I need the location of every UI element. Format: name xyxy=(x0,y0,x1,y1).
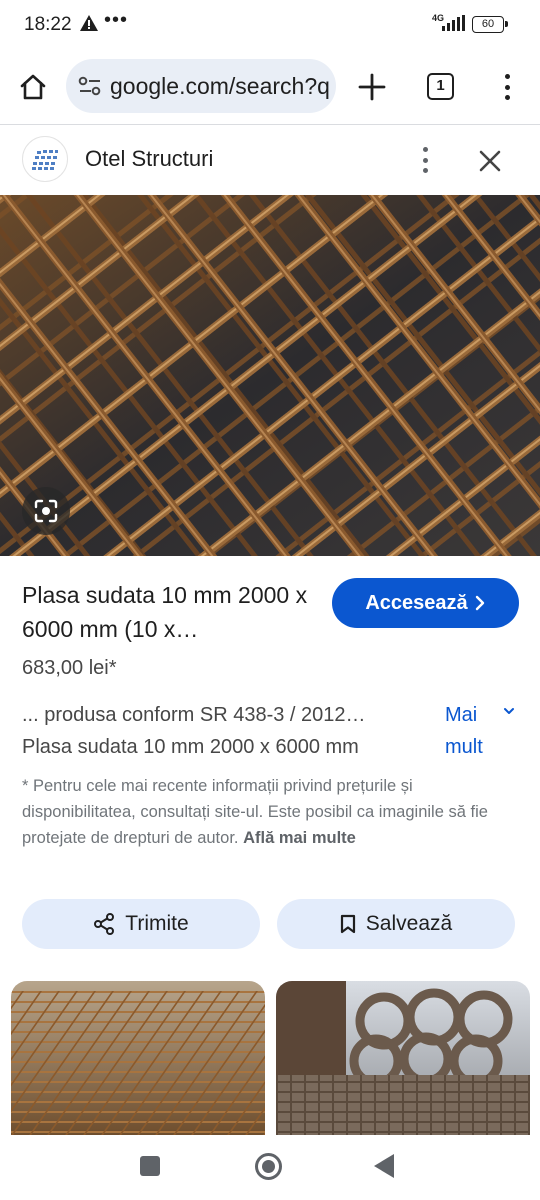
address-bar[interactable]: google.com/search?q xyxy=(66,59,336,113)
related-image-1[interactable] xyxy=(11,981,265,1135)
url-text: google.com/search?q xyxy=(110,73,330,99)
share-icon xyxy=(94,913,115,935)
system-nav-bar xyxy=(0,1135,540,1200)
disclaimer: * Pentru cele mai recente informații pri… xyxy=(22,773,522,851)
status-bar: 18:22 ••• 4G 60 xyxy=(0,0,540,50)
share-label: Trimite xyxy=(125,912,189,935)
plus-icon xyxy=(358,73,386,101)
back-icon[interactable] xyxy=(374,1154,394,1178)
lens-icon xyxy=(34,499,58,523)
visit-button-label: Accesează xyxy=(365,591,468,614)
home-icon xyxy=(20,74,46,100)
browser-toolbar: google.com/search?q 1 xyxy=(0,52,540,122)
status-time: 18:22 xyxy=(24,14,72,35)
product-description: ... produsa conform SR 438-3 / 2012… Pla… xyxy=(22,699,422,763)
battery-icon: 60 xyxy=(472,16,508,33)
close-button[interactable] xyxy=(476,147,504,175)
lens-button[interactable] xyxy=(22,487,70,535)
close-icon xyxy=(479,150,501,172)
chevron-down-icon[interactable] xyxy=(502,706,516,716)
bookmark-icon xyxy=(340,914,355,934)
save-label: Salvează xyxy=(365,912,453,935)
home-button[interactable] xyxy=(14,68,52,106)
warning-icon xyxy=(80,15,98,36)
signal-icon xyxy=(442,15,466,36)
system-home-icon[interactable] xyxy=(255,1153,282,1180)
related-image-2[interactable] xyxy=(276,981,530,1135)
new-tab-button[interactable] xyxy=(354,69,390,105)
product-title[interactable]: Plasa sudata 10 mm 2000 x 6000 mm (10 x… xyxy=(22,578,322,646)
product-price: 683,00 lei* xyxy=(22,657,117,679)
more-vert-icon[interactable] xyxy=(496,69,518,105)
site-name[interactable]: Otel Structuri xyxy=(85,146,213,172)
tune-icon[interactable] xyxy=(78,75,102,97)
description-line-2: Plasa sudata 10 mm 2000 x 6000 mm xyxy=(22,736,359,758)
description-line-1: ... produsa conform SR 438-3 / 2012… xyxy=(22,704,366,726)
visit-button[interactable]: Accesează xyxy=(332,578,519,628)
panel-more-icon[interactable] xyxy=(414,145,436,175)
site-logo xyxy=(22,136,68,182)
share-button[interactable]: Trimite xyxy=(22,899,260,949)
recents-icon[interactable] xyxy=(140,1156,160,1176)
panel-header: Otel Structuri xyxy=(0,125,540,195)
more-notifications-icon: ••• xyxy=(104,9,129,31)
product-image[interactable] xyxy=(0,195,540,556)
save-button[interactable]: Salvează xyxy=(277,899,515,949)
more-label-2: mult xyxy=(445,736,483,758)
tab-switcher-button[interactable]: 1 xyxy=(427,73,454,100)
chevron-right-icon xyxy=(475,595,484,611)
learn-more-link[interactable]: Află mai multe xyxy=(243,829,356,847)
